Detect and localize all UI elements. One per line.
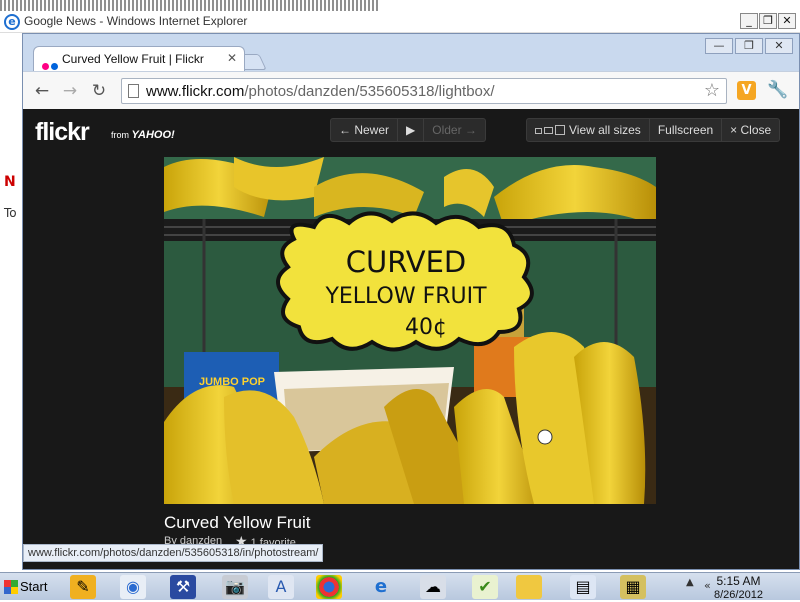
newer-button[interactable]: ← Newer xyxy=(331,119,399,141)
photo-image[interactable]: JUMBO POP CURVED YELLOW FRUIT 40¢ xyxy=(164,157,656,504)
ie-fragment-text: N xyxy=(4,174,16,190)
lightbox-actions: View all sizes Fullscreen × Close xyxy=(526,118,781,142)
chrome-taskbar-icon[interactable] xyxy=(316,575,342,599)
url-path: /photos/danzden/535605318/lightbox/ xyxy=(244,83,495,100)
ie-page-fragment: N To xyxy=(0,34,22,572)
chrome-close-button[interactable]: ✕ xyxy=(765,38,793,54)
taskbar-app-icon[interactable]: ☁ xyxy=(420,575,446,599)
wrench-menu-icon[interactable]: 🔧 xyxy=(767,80,788,100)
document-icon[interactable]: ▤ xyxy=(570,575,596,599)
screen-artifact xyxy=(0,0,380,11)
ie-minimize-button[interactable]: _ xyxy=(740,13,758,29)
ie-window-title: Google News - Windows Internet Explorer xyxy=(24,14,248,28)
ie-taskbar-icon[interactable]: e xyxy=(368,575,394,599)
fullscreen-button[interactable]: Fullscreen xyxy=(650,119,723,141)
ie-close-button[interactable]: ✕ xyxy=(778,13,796,29)
taskbar-app-icon[interactable]: ✎ xyxy=(70,575,96,599)
sign-line-1: CURVED xyxy=(346,245,467,279)
sign-line-3: 40¢ xyxy=(405,315,447,340)
play-slideshow-button[interactable]: ▶ xyxy=(398,119,425,141)
url-text: www.flickr.com/photos/danzden/535605318/… xyxy=(146,83,495,100)
clock-time: 5:15 AM xyxy=(716,574,761,588)
address-bar[interactable]: www.flickr.com/photos/danzden/535605318/… xyxy=(121,78,727,104)
windows-logo-icon xyxy=(4,580,18,594)
taskbar-app-icon[interactable]: 📷 xyxy=(222,575,248,599)
folder-icon[interactable] xyxy=(516,575,542,599)
status-bubble: www.flickr.com/photos/danzden/535605318/… xyxy=(23,544,324,562)
chrome-minimize-button[interactable]: — xyxy=(705,38,733,54)
extension-icon[interactable]: V xyxy=(737,81,756,100)
ie-logo-icon: e xyxy=(4,14,20,30)
bookmark-star-icon[interactable]: ☆ xyxy=(704,80,720,101)
taskbar-app-icon[interactable]: ✔ xyxy=(472,575,498,599)
chrome-restore-button[interactable]: ❐ xyxy=(735,38,763,54)
url-host: www.flickr.com xyxy=(146,83,245,100)
box-text: JUMBO POP xyxy=(199,376,265,388)
taskbar-app-icon[interactable]: ▦ xyxy=(620,575,646,599)
tab-close-icon[interactable]: ✕ xyxy=(227,51,237,65)
flickr-lightbox: flickr from YAHOO! ← Newer ▶ Older → Vie… xyxy=(23,109,799,569)
start-button[interactable]: Start xyxy=(2,576,52,598)
page-icon xyxy=(128,84,139,98)
ie-restore-button[interactable]: ❐ xyxy=(759,13,777,29)
system-clock[interactable]: 5:15 AM 8/26/2012 xyxy=(714,574,763,602)
browser-toolbar: ← → ↻ www.flickr.com/photos/danzden/5356… xyxy=(23,71,799,109)
taskbar: Start ✎ ◉ ⚒ 📷 A e ☁ ✔ ▤ ▦ ▲ « 5:15 AM 8/… xyxy=(0,572,800,602)
tab-title: Curved Yellow Fruit | Flickr xyxy=(62,52,204,66)
view-all-sizes-button[interactable]: View all sizes xyxy=(527,119,650,141)
chrome-window-controls: — ❐ ✕ xyxy=(703,34,793,54)
photo-navigation: ← Newer ▶ Older → xyxy=(330,118,486,142)
flickr-logo[interactable]: flickr xyxy=(35,118,90,147)
yahoo-logo: from YAHOO! xyxy=(111,129,175,141)
reload-icon[interactable]: ↻ xyxy=(88,80,110,102)
logo-yahoo-text: YAHOO! xyxy=(131,129,175,141)
sizes-icon xyxy=(535,120,565,142)
forward-arrow-icon[interactable]: → xyxy=(59,80,81,102)
taskbar-app-icon[interactable]: ◉ xyxy=(120,575,146,599)
sign-line-2: YELLOW FRUIT xyxy=(324,284,487,309)
taskbar-app-icon[interactable]: A xyxy=(268,575,294,599)
taskbar-app-icon[interactable]: ⚒ xyxy=(170,575,196,599)
ie-fragment-text: To xyxy=(4,206,17,220)
browser-tab[interactable]: Curved Yellow Fruit | Flickr ✕ xyxy=(33,46,245,72)
chrome-window: — ❐ ✕ Curved Yellow Fruit | Flickr ✕ ← → ↻… xyxy=(22,33,800,570)
logo-from-text: from xyxy=(111,130,129,140)
view-all-sizes-label: View all sizes xyxy=(569,123,641,137)
start-label: Start xyxy=(20,579,48,594)
tray-chevron-icon[interactable]: « xyxy=(704,579,711,592)
tray-scroll-up-icon[interactable]: ▲ xyxy=(686,577,694,588)
older-button[interactable]: Older → xyxy=(424,119,485,141)
back-arrow-icon[interactable]: ← xyxy=(31,80,53,102)
photo-title: Curved Yellow Fruit xyxy=(164,513,311,532)
close-button[interactable]: × Close xyxy=(722,119,779,141)
